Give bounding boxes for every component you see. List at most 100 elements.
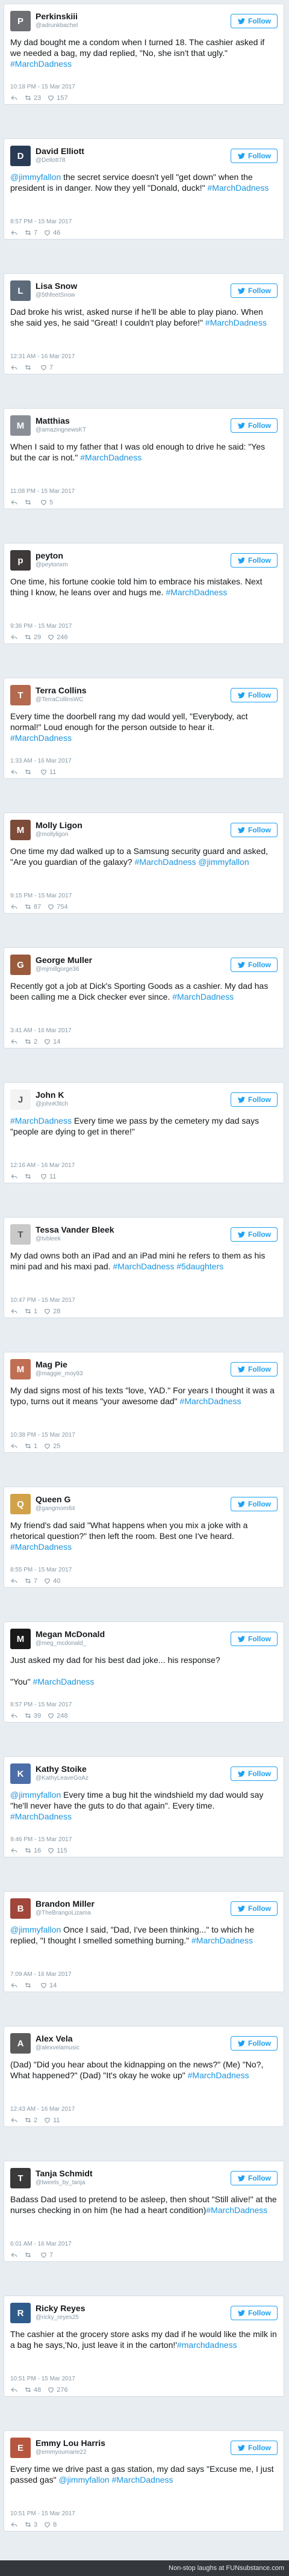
follow-button[interactable]: Follow <box>231 958 278 972</box>
retweet-action[interactable]: 1 <box>24 1442 37 1450</box>
tweet-timestamp[interactable]: 9:15 PM - 15 Mar 2017 <box>10 893 278 900</box>
tweet-timestamp[interactable]: 1:33 AM - 16 Mar 2017 <box>10 758 278 766</box>
reply-action[interactable] <box>10 1847 18 1854</box>
user-name[interactable]: Megan McDonald <box>36 1629 231 1639</box>
like-action[interactable]: 754 <box>47 903 68 911</box>
tweet-timestamp[interactable]: 8:57 PM - 15 Mar 2017 <box>10 218 278 226</box>
hashtag-link[interactable]: #MarchDadness <box>166 587 227 597</box>
user-handle[interactable]: @gangmom84 <box>36 1504 231 1514</box>
user-handle[interactable]: @tvbleek <box>36 1234 231 1244</box>
user-handle[interactable]: @emmyoumarie22 <box>36 2448 231 2457</box>
avatar[interactable]: P <box>10 11 31 31</box>
retweet-action[interactable] <box>24 498 34 506</box>
follow-button[interactable]: Follow <box>231 2306 278 2320</box>
hashtag-link[interactable]: #5daughters <box>176 1262 223 1271</box>
like-action[interactable]: 248 <box>47 1712 68 1720</box>
follow-button[interactable]: Follow <box>231 553 278 568</box>
reply-action[interactable] <box>10 903 18 911</box>
hashtag-link[interactable]: #MarchDadness <box>10 1812 72 1821</box>
user-handle[interactable]: @adrunkbachel <box>36 21 231 31</box>
user-name[interactable]: Brandon Miller <box>36 1899 231 1909</box>
tweet-timestamp[interactable]: 9:36 PM - 15 Mar 2017 <box>10 623 278 631</box>
hashtag-link[interactable]: #MarchDadness <box>33 1677 94 1686</box>
user-handle[interactable]: @maggie_moy93 <box>36 1369 231 1379</box>
like-action[interactable]: 46 <box>43 229 60 237</box>
retweet-action[interactable]: 29 <box>24 633 41 641</box>
tweet-timestamp[interactable]: 11:08 PM - 15 Mar 2017 <box>10 488 278 496</box>
tweet-timestamp[interactable]: 7:09 AM - 16 Mar 2017 <box>10 1971 278 1979</box>
like-action[interactable]: 14 <box>40 1981 57 1989</box>
hashtag-link[interactable]: #MarchDadness <box>180 1396 241 1406</box>
retweet-action[interactable]: 1 <box>24 1307 37 1315</box>
avatar[interactable]: Q <box>10 1494 31 1514</box>
tweet-timestamp[interactable]: 10:38 PM - 15 Mar 2017 <box>10 1432 278 1440</box>
hashtag-link[interactable]: #MarchDadness <box>10 1116 72 1125</box>
like-action[interactable]: 28 <box>43 1307 60 1315</box>
hashtag-link[interactable]: #MarchDadness <box>135 857 196 867</box>
follow-button[interactable]: Follow <box>231 1901 278 1916</box>
hashtag-link[interactable]: #MarchDadness <box>80 453 141 462</box>
hashtag-link[interactable]: #MarchDadness <box>112 2475 173 2485</box>
avatar[interactable]: L <box>10 280 31 301</box>
reply-action[interactable] <box>10 2386 18 2394</box>
user-name[interactable]: Emmy Lou Harris <box>36 2438 231 2448</box>
like-action[interactable]: 11 <box>43 2116 60 2124</box>
like-action[interactable]: 11 <box>40 768 56 776</box>
user-handle[interactable]: @ricky_reyes25 <box>36 2313 231 2323</box>
user-handle[interactable]: @peytonxm <box>36 560 231 570</box>
retweet-action[interactable]: 7 <box>24 229 37 237</box>
avatar[interactable]: M <box>10 820 31 840</box>
retweet-action[interactable]: 2 <box>24 2116 37 2124</box>
follow-button[interactable]: Follow <box>231 1497 278 1511</box>
retweet-action[interactable] <box>24 364 34 371</box>
user-handle[interactable]: @tweets_by_tanja <box>36 2178 231 2188</box>
follow-button[interactable]: Follow <box>231 14 278 28</box>
hashtag-link[interactable]: #MarchDadness <box>113 1262 174 1271</box>
user-handle[interactable]: @TheBrangoLizama <box>36 1909 231 1918</box>
follow-button[interactable]: Follow <box>231 688 278 702</box>
tweet-timestamp[interactable]: 12:43 AM - 16 Mar 2017 <box>10 2106 278 2114</box>
follow-button[interactable]: Follow <box>231 2171 278 2185</box>
avatar[interactable]: M <box>10 415 31 436</box>
hashtag-link[interactable]: #MarchDadness <box>205 318 267 327</box>
avatar[interactable]: D <box>10 146 31 166</box>
follow-button[interactable]: Follow <box>231 1227 278 1242</box>
like-action[interactable]: 11 <box>40 1172 56 1180</box>
user-handle[interactable]: @amazingnewsKT <box>36 426 231 435</box>
like-action[interactable]: 40 <box>43 1577 60 1585</box>
reply-action[interactable] <box>10 1038 18 1045</box>
hashtag-link[interactable]: #MarchDadness <box>191 1936 253 1945</box>
tweet-timestamp[interactable]: 6:01 AM - 16 Mar 2017 <box>10 2241 278 2249</box>
retweet-action[interactable]: 23 <box>24 94 41 102</box>
follow-button[interactable]: Follow <box>231 418 278 433</box>
tweet-timestamp[interactable]: 8:57 PM - 15 Mar 2017 <box>10 1701 278 1709</box>
hashtag-link[interactable]: #MarchDadness <box>10 733 72 743</box>
retweet-action[interactable] <box>24 2251 34 2259</box>
follow-button[interactable]: Follow <box>231 1766 278 1781</box>
avatar[interactable]: R <box>10 2303 31 2323</box>
user-handle[interactable]: @Dellott78 <box>36 156 231 166</box>
user-name[interactable]: Molly Ligon <box>36 820 231 830</box>
retweet-action[interactable]: 3 <box>24 2521 37 2528</box>
follow-button[interactable]: Follow <box>231 2441 278 2455</box>
user-name[interactable]: Lisa Snow <box>36 281 231 291</box>
reply-action[interactable] <box>10 2251 18 2259</box>
tweet-timestamp[interactable]: 12:16 AM - 16 Mar 2017 <box>10 1162 278 1170</box>
user-name[interactable]: Terra Collins <box>36 686 231 695</box>
user-handle[interactable]: @KathyLeaveGoAz <box>36 1774 231 1783</box>
reply-action[interactable] <box>10 1712 18 1720</box>
follow-button[interactable]: Follow <box>231 1092 278 1107</box>
retweet-action[interactable]: 2 <box>24 1038 37 1045</box>
retweet-action[interactable]: 87 <box>24 903 41 911</box>
like-action[interactable]: 157 <box>47 94 68 102</box>
user-handle[interactable]: @alexvelamusic <box>36 2043 231 2053</box>
reply-action[interactable] <box>10 1442 18 1450</box>
avatar[interactable]: E <box>10 2438 31 2458</box>
retweet-action[interactable] <box>24 1981 34 1989</box>
reply-action[interactable] <box>10 633 18 641</box>
reply-action[interactable] <box>10 1307 18 1315</box>
reply-action[interactable] <box>10 1577 18 1585</box>
user-name[interactable]: Kathy Stoike <box>36 1764 231 1774</box>
reply-action[interactable] <box>10 498 18 506</box>
reply-action[interactable] <box>10 2116 18 2124</box>
